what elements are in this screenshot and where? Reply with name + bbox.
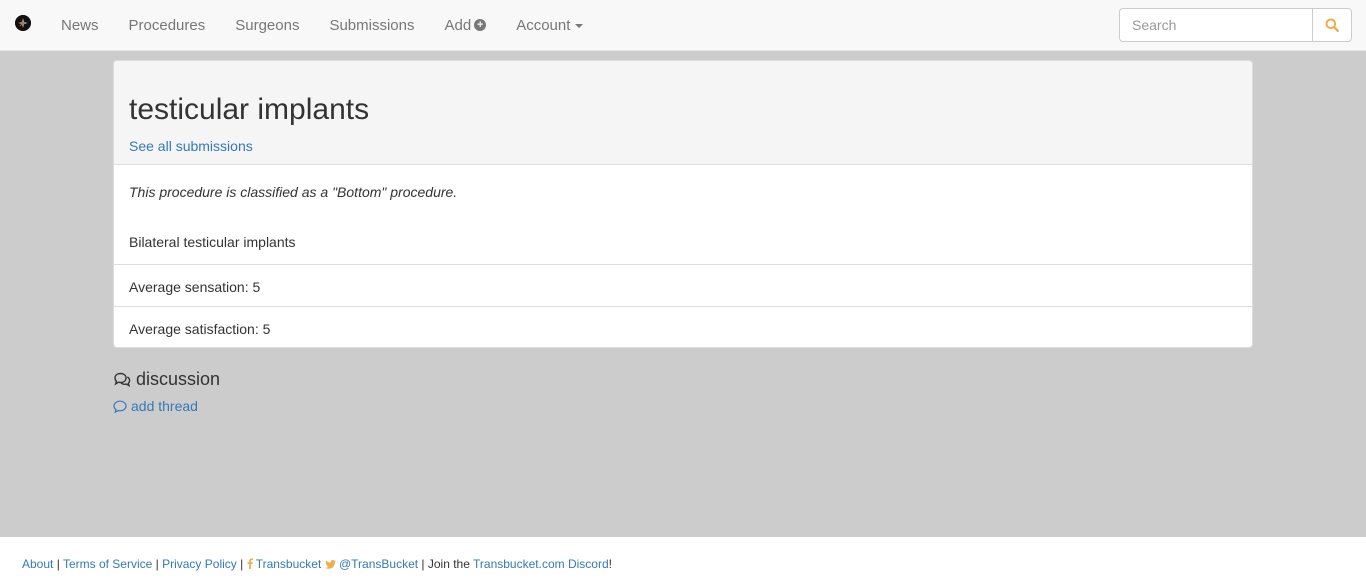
nav-item-surgeons[interactable]: Surgeons <box>220 0 314 50</box>
footer: About | Terms of Service | Privacy Polic… <box>0 537 1366 587</box>
discussion-heading: discussion <box>113 369 220 390</box>
facebook-icon <box>247 558 253 569</box>
panel-heading: testicular implants See all submissions <box>114 61 1252 165</box>
nav-item-news[interactable]: News <box>46 0 114 50</box>
comment-icon <box>113 400 127 413</box>
comments-icon <box>114 372 131 387</box>
see-all-submissions-link[interactable]: See all submissions <box>129 138 253 154</box>
nav-item-add[interactable]: Add + <box>430 0 502 50</box>
add-thread-link[interactable]: add thread <box>113 398 198 414</box>
page-title: testicular implants <box>129 93 370 126</box>
procedure-description: Bilateral testicular implants <box>129 234 296 250</box>
panel-body: This procedure is classified as a "Botto… <box>114 165 1252 265</box>
caret-down-icon <box>575 24 584 28</box>
stat-row-sensation: Average sensation: 5 <box>114 265 1252 306</box>
nav-item-account[interactable]: Account <box>501 0 598 50</box>
twitter-icon <box>324 560 336 569</box>
search-input[interactable] <box>1119 8 1312 42</box>
procedure-panel: testicular implants See all submissions … <box>113 60 1253 348</box>
search-button[interactable] <box>1312 8 1352 42</box>
navbar: News Procedures Surgeons Submissions Add… <box>0 0 1366 51</box>
nav-item-procedures[interactable]: Procedures <box>114 0 221 50</box>
nav-item-submissions[interactable]: Submissions <box>314 0 429 50</box>
plus-circle-icon: + <box>474 19 487 31</box>
search-form <box>1119 8 1352 42</box>
nav-menu: News Procedures Surgeons Submissions Add… <box>46 0 598 50</box>
footer-facebook-link[interactable]: Transbucket <box>247 557 321 571</box>
footer-privacy-link[interactable]: Privacy Policy <box>162 557 237 571</box>
footer-about-link[interactable]: About <box>22 557 53 571</box>
average-sensation: Average sensation: 5 <box>129 279 261 295</box>
footer-discord-link[interactable]: Transbucket.com Discord <box>473 557 609 571</box>
average-satisfaction: Average satisfaction: 5 <box>129 321 271 337</box>
footer-twitter-link[interactable]: @TransBucket <box>324 557 418 571</box>
footer-terms-link[interactable]: Terms of Service <box>63 557 152 571</box>
stat-row-satisfaction: Average satisfaction: 5 <box>114 306 1252 347</box>
search-icon <box>1325 18 1339 32</box>
procedure-classification: This procedure is classified as a "Botto… <box>129 184 458 200</box>
brand-logo-icon[interactable] <box>15 15 31 31</box>
